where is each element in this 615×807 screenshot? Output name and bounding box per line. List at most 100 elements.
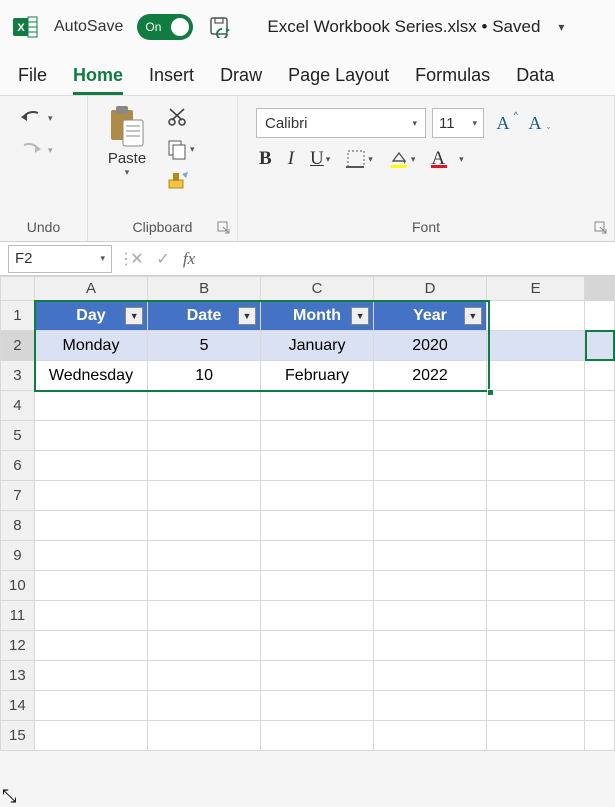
clipboard-dialog-launcher[interactable] (217, 221, 233, 237)
cell[interactable] (486, 571, 585, 601)
cell[interactable] (260, 451, 373, 481)
underline-button[interactable]: U▾ (307, 146, 333, 172)
autosave-toggle[interactable]: On (137, 14, 193, 40)
cell[interactable] (260, 691, 373, 721)
cell[interactable] (374, 541, 487, 571)
cell[interactable] (374, 451, 487, 481)
col-header-D[interactable]: D (374, 277, 487, 301)
decrease-font-size-button[interactable]: Aˇ (522, 110, 548, 136)
cell[interactable]: 5 (148, 331, 261, 361)
cell[interactable] (374, 391, 487, 421)
cell[interactable] (486, 301, 585, 331)
cell[interactable] (486, 391, 585, 421)
cell[interactable]: 2022 (374, 361, 487, 391)
cell[interactable] (585, 541, 615, 571)
font-size-select[interactable]: 11 ▾ (432, 108, 484, 138)
row-header-13[interactable]: 13 (1, 661, 35, 691)
tab-draw[interactable]: Draw (220, 61, 262, 95)
filter-button[interactable]: ▼ (125, 307, 143, 325)
cell[interactable] (374, 481, 487, 511)
cell[interactable]: February (260, 361, 373, 391)
cell[interactable]: 10 (148, 361, 261, 391)
cell[interactable] (374, 601, 487, 631)
cell[interactable] (374, 631, 487, 661)
cell[interactable] (34, 391, 148, 421)
col-header-A[interactable]: A (34, 277, 148, 301)
cell[interactable] (260, 511, 373, 541)
table-header-year[interactable]: Year▼ (374, 301, 487, 331)
cut-button[interactable] (166, 106, 195, 128)
cell[interactable] (585, 361, 615, 391)
row-header-6[interactable]: 6 (1, 451, 35, 481)
font-dialog-launcher[interactable] (594, 221, 610, 237)
cell[interactable] (585, 571, 615, 601)
cell[interactable] (486, 481, 585, 511)
row-header-8[interactable]: 8 (1, 511, 35, 541)
cell[interactable]: Wednesday (34, 361, 148, 391)
cell[interactable] (148, 511, 261, 541)
font-color-button[interactable]: A ▾ (428, 146, 466, 172)
cell[interactable] (585, 421, 615, 451)
cell[interactable] (148, 571, 261, 601)
col-header-C[interactable]: C (260, 277, 373, 301)
cell[interactable] (585, 301, 615, 331)
cell[interactable] (486, 511, 585, 541)
cell[interactable] (374, 661, 487, 691)
copy-button[interactable]: ▾ (166, 138, 195, 160)
workbook-title[interactable]: Excel Workbook Series.xlsx • Saved (267, 17, 540, 37)
chevron-down-icon[interactable]: ▾ (125, 167, 130, 178)
cell[interactable]: 2020 (374, 331, 487, 361)
cell[interactable] (148, 601, 261, 631)
cell[interactable] (585, 511, 615, 541)
cell[interactable] (34, 541, 148, 571)
italic-button[interactable]: I (285, 146, 297, 172)
cell[interactable] (585, 721, 615, 751)
cell[interactable] (486, 601, 585, 631)
cell[interactable] (260, 601, 373, 631)
cell[interactable] (148, 451, 261, 481)
table-header-date[interactable]: Date▼ (148, 301, 261, 331)
row-header-15[interactable]: 15 (1, 721, 35, 751)
row-header-5[interactable]: 5 (1, 421, 35, 451)
increase-font-size-button[interactable]: A^ (490, 110, 516, 136)
tab-home[interactable]: Home (73, 61, 123, 95)
cell[interactable] (34, 421, 148, 451)
fill-color-button[interactable]: ▾ (386, 147, 419, 171)
table-header-day[interactable]: Day▼ (34, 301, 148, 331)
col-header-F[interactable] (585, 277, 615, 301)
cell[interactable] (260, 661, 373, 691)
formula-input[interactable] (202, 246, 615, 272)
cell[interactable] (585, 451, 615, 481)
borders-button[interactable]: ▾ (343, 147, 376, 171)
name-box[interactable]: F2 ▾ (8, 245, 112, 273)
cell[interactable] (585, 691, 615, 721)
cell[interactable] (34, 691, 148, 721)
cell[interactable] (260, 541, 373, 571)
cell[interactable] (34, 571, 148, 601)
cell[interactable] (374, 691, 487, 721)
cell[interactable] (148, 661, 261, 691)
filter-button[interactable]: ▼ (464, 307, 482, 325)
save-button[interactable] (207, 14, 233, 40)
col-header-B[interactable]: B (148, 277, 261, 301)
tab-file[interactable]: File (18, 61, 47, 95)
cell[interactable] (148, 541, 261, 571)
row-header-4[interactable]: 4 (1, 391, 35, 421)
cell[interactable] (34, 631, 148, 661)
cell[interactable] (148, 631, 261, 661)
filter-button[interactable]: ▼ (351, 307, 369, 325)
font-name-select[interactable]: Calibri ▾ (256, 108, 426, 138)
cell[interactable] (148, 391, 261, 421)
tab-formulas[interactable]: Formulas (415, 61, 490, 95)
format-painter-button[interactable] (166, 170, 195, 192)
row-header-14[interactable]: 14 (1, 691, 35, 721)
cell[interactable] (34, 451, 148, 481)
cell[interactable] (585, 601, 615, 631)
bold-button[interactable]: B (256, 146, 275, 172)
tab-insert[interactable]: Insert (149, 61, 194, 95)
row-header-7[interactable]: 7 (1, 481, 35, 511)
cell[interactable] (585, 661, 615, 691)
cell[interactable] (585, 481, 615, 511)
cell[interactable] (486, 661, 585, 691)
cell[interactable] (486, 421, 585, 451)
